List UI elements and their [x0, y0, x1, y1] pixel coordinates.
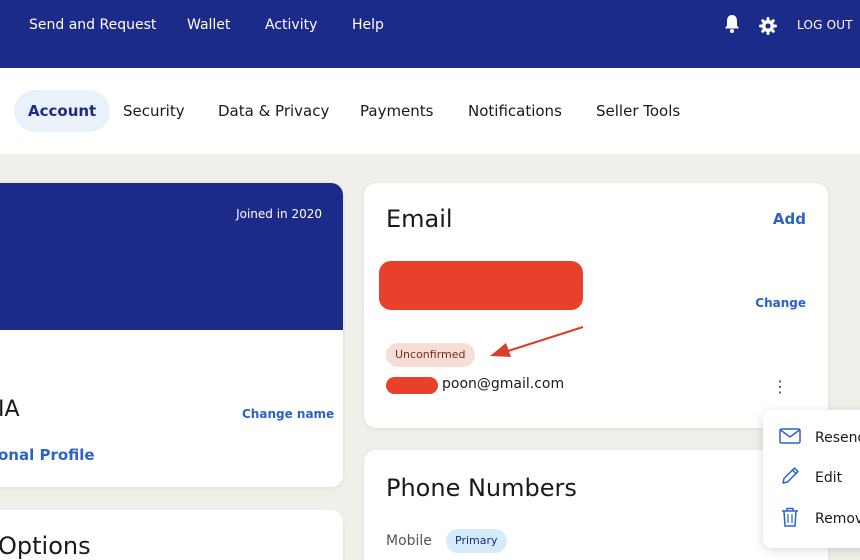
tab-seller-tools[interactable]: Seller Tools	[596, 90, 680, 132]
menu-item-label: Resend	[815, 430, 860, 446]
unconfirmed-badge: Unconfirmed	[386, 343, 475, 367]
phone-type-label: Mobile	[386, 533, 432, 549]
tab-notifications[interactable]: Notifications	[468, 90, 562, 132]
profile-name: IA	[0, 397, 20, 422]
menu-item-edit[interactable]: Edit	[779, 465, 842, 491]
redacted-email-prefix-mark	[386, 377, 438, 394]
bell-icon[interactable]	[724, 14, 740, 38]
top-navigation-bar: Send and Request Wallet Activity Help LO…	[0, 0, 860, 68]
email-card: Email Add Change Unconfirmed poon@gmail.…	[364, 183, 828, 428]
joined-date: Joined in 2020	[236, 207, 322, 221]
profile-card: Joined in 2020 IA Change name onal Profi…	[0, 183, 343, 487]
secondary-email-address: poon@gmail.com	[442, 376, 565, 392]
tab-account[interactable]: Account	[14, 90, 111, 132]
menu-item-label: Edit	[815, 470, 843, 486]
nav-send-and-request[interactable]: Send and Request	[29, 17, 156, 33]
primary-badge: Primary	[446, 529, 507, 553]
trash-icon	[779, 506, 801, 532]
email-card-title: Email	[386, 205, 453, 233]
tab-data-privacy[interactable]: Data & Privacy	[218, 90, 329, 132]
gear-icon[interactable]	[759, 17, 777, 39]
redacted-email-mark	[379, 261, 583, 310]
more-options-icon[interactable]: ⋮	[772, 377, 788, 396]
nav-help[interactable]: Help	[352, 17, 384, 33]
change-email-link[interactable]: Change	[755, 296, 806, 310]
add-email-link[interactable]: Add	[773, 210, 806, 228]
options-title: Options	[0, 532, 91, 560]
options-card: Options	[0, 510, 343, 560]
menu-item-resend[interactable]: Resend	[779, 425, 860, 451]
tab-security[interactable]: Security	[123, 90, 185, 132]
nav-wallet[interactable]: Wallet	[187, 17, 230, 33]
menu-item-label: Remove	[815, 511, 860, 527]
settings-tabs: Account Security Data & Privacy Payments…	[0, 68, 860, 154]
menu-item-remove[interactable]: Remove	[779, 506, 860, 532]
pencil-icon	[779, 465, 801, 491]
change-name-link[interactable]: Change name	[242, 407, 334, 421]
profile-banner: Joined in 2020	[0, 183, 343, 330]
phone-numbers-title: Phone Numbers	[386, 474, 577, 502]
tab-payments[interactable]: Payments	[360, 90, 433, 132]
email-options-menu: Resend Edit Remove	[763, 410, 860, 548]
nav-activity[interactable]: Activity	[265, 17, 317, 33]
mail-icon	[779, 428, 801, 448]
phone-numbers-card: Phone Numbers Mobile Primary	[364, 450, 828, 560]
personal-profile-link[interactable]: onal Profile	[0, 446, 95, 464]
logout-link[interactable]: LOG OUT	[797, 18, 853, 32]
